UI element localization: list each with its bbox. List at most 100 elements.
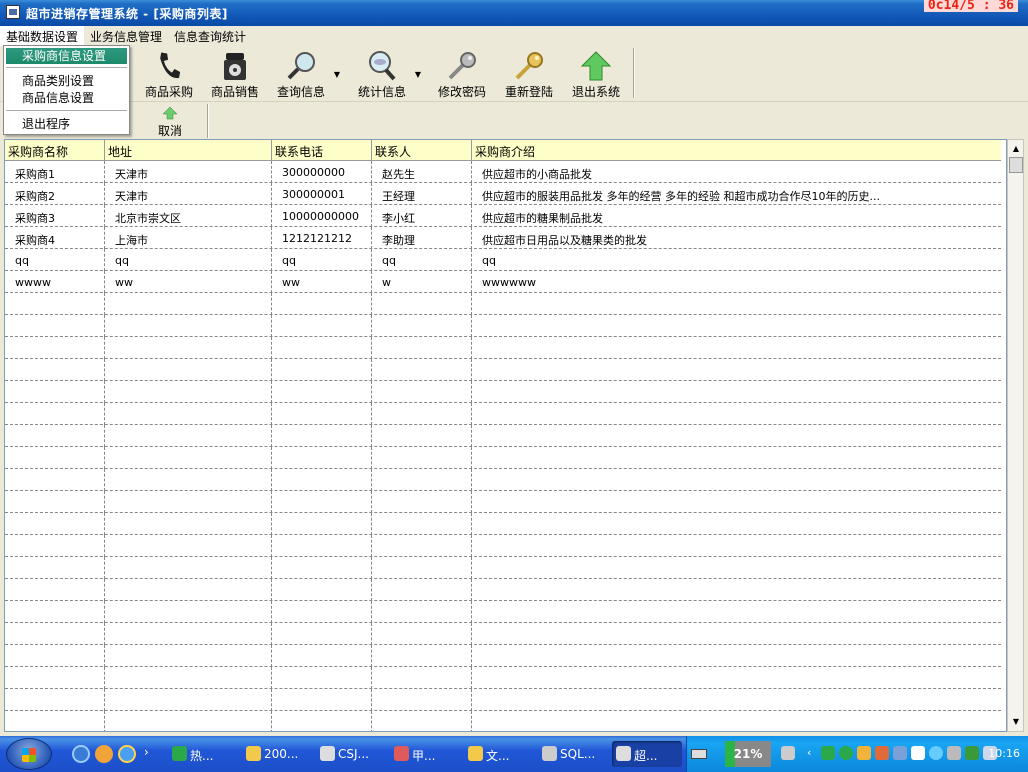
toolbar-sales-button[interactable]: 商品销售: [202, 48, 268, 100]
table-cell[interactable]: 上海市: [105, 227, 272, 249]
table-row[interactable]: 采购商1 天津市 300000000 赵先生 供应超市的小商品批发: [5, 161, 1001, 183]
table-cell[interactable]: 10000000000: [272, 205, 372, 227]
table-cell[interactable]: wwww: [5, 271, 105, 293]
table-row[interactable]: [5, 601, 1001, 623]
qq-icon[interactable]: [857, 746, 871, 760]
table-row[interactable]: [5, 645, 1001, 667]
table-cell[interactable]: [105, 337, 272, 359]
table-cell[interactable]: [105, 623, 272, 645]
table-cell[interactable]: [472, 579, 1001, 601]
table-cell[interactable]: [272, 645, 372, 667]
table-row[interactable]: qq qq qq qq qq: [5, 249, 1001, 271]
table-cell[interactable]: 李小红: [372, 205, 472, 227]
table-row[interactable]: [5, 315, 1001, 337]
table-row[interactable]: 采购商4 上海市 1212121212 李助理 供应超市日用品以及糖果类的批发: [5, 227, 1001, 249]
table-cell[interactable]: [372, 381, 472, 403]
menu-item-exit-program[interactable]: 退出程序: [6, 116, 127, 132]
table-cell[interactable]: [272, 403, 372, 425]
table-cell[interactable]: [105, 293, 272, 315]
table-cell[interactable]: [472, 425, 1001, 447]
toolbar-change-password-button[interactable]: 修改密码: [429, 48, 495, 100]
table-cell[interactable]: [5, 381, 105, 403]
table-cell[interactable]: [5, 645, 105, 667]
table-cell[interactable]: [5, 623, 105, 645]
table-cell[interactable]: [5, 293, 105, 315]
network-icon[interactable]: [821, 746, 835, 760]
table-cell[interactable]: [272, 579, 372, 601]
table-cell[interactable]: [272, 491, 372, 513]
table-cell[interactable]: [472, 315, 1001, 337]
table-cell[interactable]: [472, 689, 1001, 711]
toolbar-query-button[interactable]: 查询信息 ▼: [268, 48, 340, 100]
table-row[interactable]: [5, 293, 1001, 315]
table-cell[interactable]: [372, 579, 472, 601]
table-cell[interactable]: [105, 469, 272, 491]
table-cell[interactable]: [105, 601, 272, 623]
table-cell[interactable]: qq: [372, 249, 472, 271]
table-cell[interactable]: [272, 557, 372, 579]
menu-business-info[interactable]: 业务信息管理: [84, 26, 168, 46]
table-cell[interactable]: [105, 557, 272, 579]
table-cell[interactable]: [472, 381, 1001, 403]
query-dropdown-caret-icon[interactable]: ▼: [334, 70, 340, 79]
table-cell[interactable]: 1212121212: [272, 227, 372, 249]
taskbar-clock[interactable]: 10:16: [988, 747, 1020, 760]
table-cell[interactable]: [5, 425, 105, 447]
menu-item-category-settings[interactable]: 商品类别设置: [6, 73, 127, 89]
taskbar-task-button[interactable]: 超...: [612, 741, 682, 767]
menu-basic-data[interactable]: 基础数据设置: [0, 26, 85, 46]
table-cell[interactable]: [5, 513, 105, 535]
table-cell[interactable]: [105, 315, 272, 337]
scroll-up-icon[interactable]: ▲: [1009, 142, 1023, 156]
table-cell[interactable]: [5, 337, 105, 359]
table-cell[interactable]: 供应超市的小商品批发: [472, 161, 1001, 183]
table-cell[interactable]: [472, 447, 1001, 469]
table-cell[interactable]: [5, 403, 105, 425]
column-header-contact[interactable]: 联系人: [372, 140, 472, 161]
column-header-phone[interactable]: 联系电话: [272, 140, 372, 161]
table-cell[interactable]: [472, 513, 1001, 535]
table-cell[interactable]: 李助理: [372, 227, 472, 249]
table-row[interactable]: [5, 337, 1001, 359]
table-cell[interactable]: [472, 557, 1001, 579]
table-cell[interactable]: [372, 337, 472, 359]
purchaser-grid[interactable]: 采购商名称 地址 联系电话 联系人 采购商介绍 采购商1 天津市 300000000…: [4, 139, 1007, 732]
stats-dropdown-caret-icon[interactable]: ▼: [415, 70, 421, 79]
table-cell[interactable]: [372, 359, 472, 381]
table-cell[interactable]: [472, 623, 1001, 645]
table-cell[interactable]: [105, 711, 272, 731]
table-cell[interactable]: [5, 689, 105, 711]
toolbar-relogin-button[interactable]: 重新登陆: [496, 48, 562, 100]
table-row[interactable]: [5, 381, 1001, 403]
toolbar-stats-button[interactable]: 统计信息 ▼: [349, 48, 421, 100]
battery-indicator[interactable]: 21%: [725, 741, 771, 767]
table-cell[interactable]: [105, 425, 272, 447]
keyboard-icon[interactable]: [691, 749, 707, 759]
table-cell[interactable]: [5, 601, 105, 623]
table-cell[interactable]: [472, 667, 1001, 689]
table-cell[interactable]: [372, 425, 472, 447]
cancel-button[interactable]: 取消: [146, 104, 194, 138]
table-cell[interactable]: 300000001: [272, 183, 372, 205]
table-cell[interactable]: [372, 557, 472, 579]
security-shield-icon[interactable]: [839, 746, 853, 760]
table-cell[interactable]: 300000000: [272, 161, 372, 183]
table-cell[interactable]: [372, 293, 472, 315]
table-cell[interactable]: [272, 425, 372, 447]
table-row[interactable]: [5, 403, 1001, 425]
start-button[interactable]: [6, 738, 52, 770]
table-cell[interactable]: [5, 469, 105, 491]
table-row[interactable]: [5, 689, 1001, 711]
table-cell[interactable]: 采购商4: [5, 227, 105, 249]
quicklaunch-browser-icon[interactable]: [72, 745, 90, 763]
ime-icon[interactable]: [947, 746, 961, 760]
scroll-down-icon[interactable]: ▼: [1009, 715, 1023, 729]
table-cell[interactable]: [372, 491, 472, 513]
toolbar-exit-button[interactable]: 退出系统: [563, 48, 629, 100]
table-cell[interactable]: [472, 601, 1001, 623]
table-cell[interactable]: [472, 359, 1001, 381]
toolbar-purchase-button[interactable]: 商品采购: [136, 48, 202, 100]
scroll-thumb[interactable]: [1009, 157, 1023, 173]
taskbar-task-button[interactable]: 文...: [464, 741, 534, 767]
table-cell[interactable]: [272, 359, 372, 381]
